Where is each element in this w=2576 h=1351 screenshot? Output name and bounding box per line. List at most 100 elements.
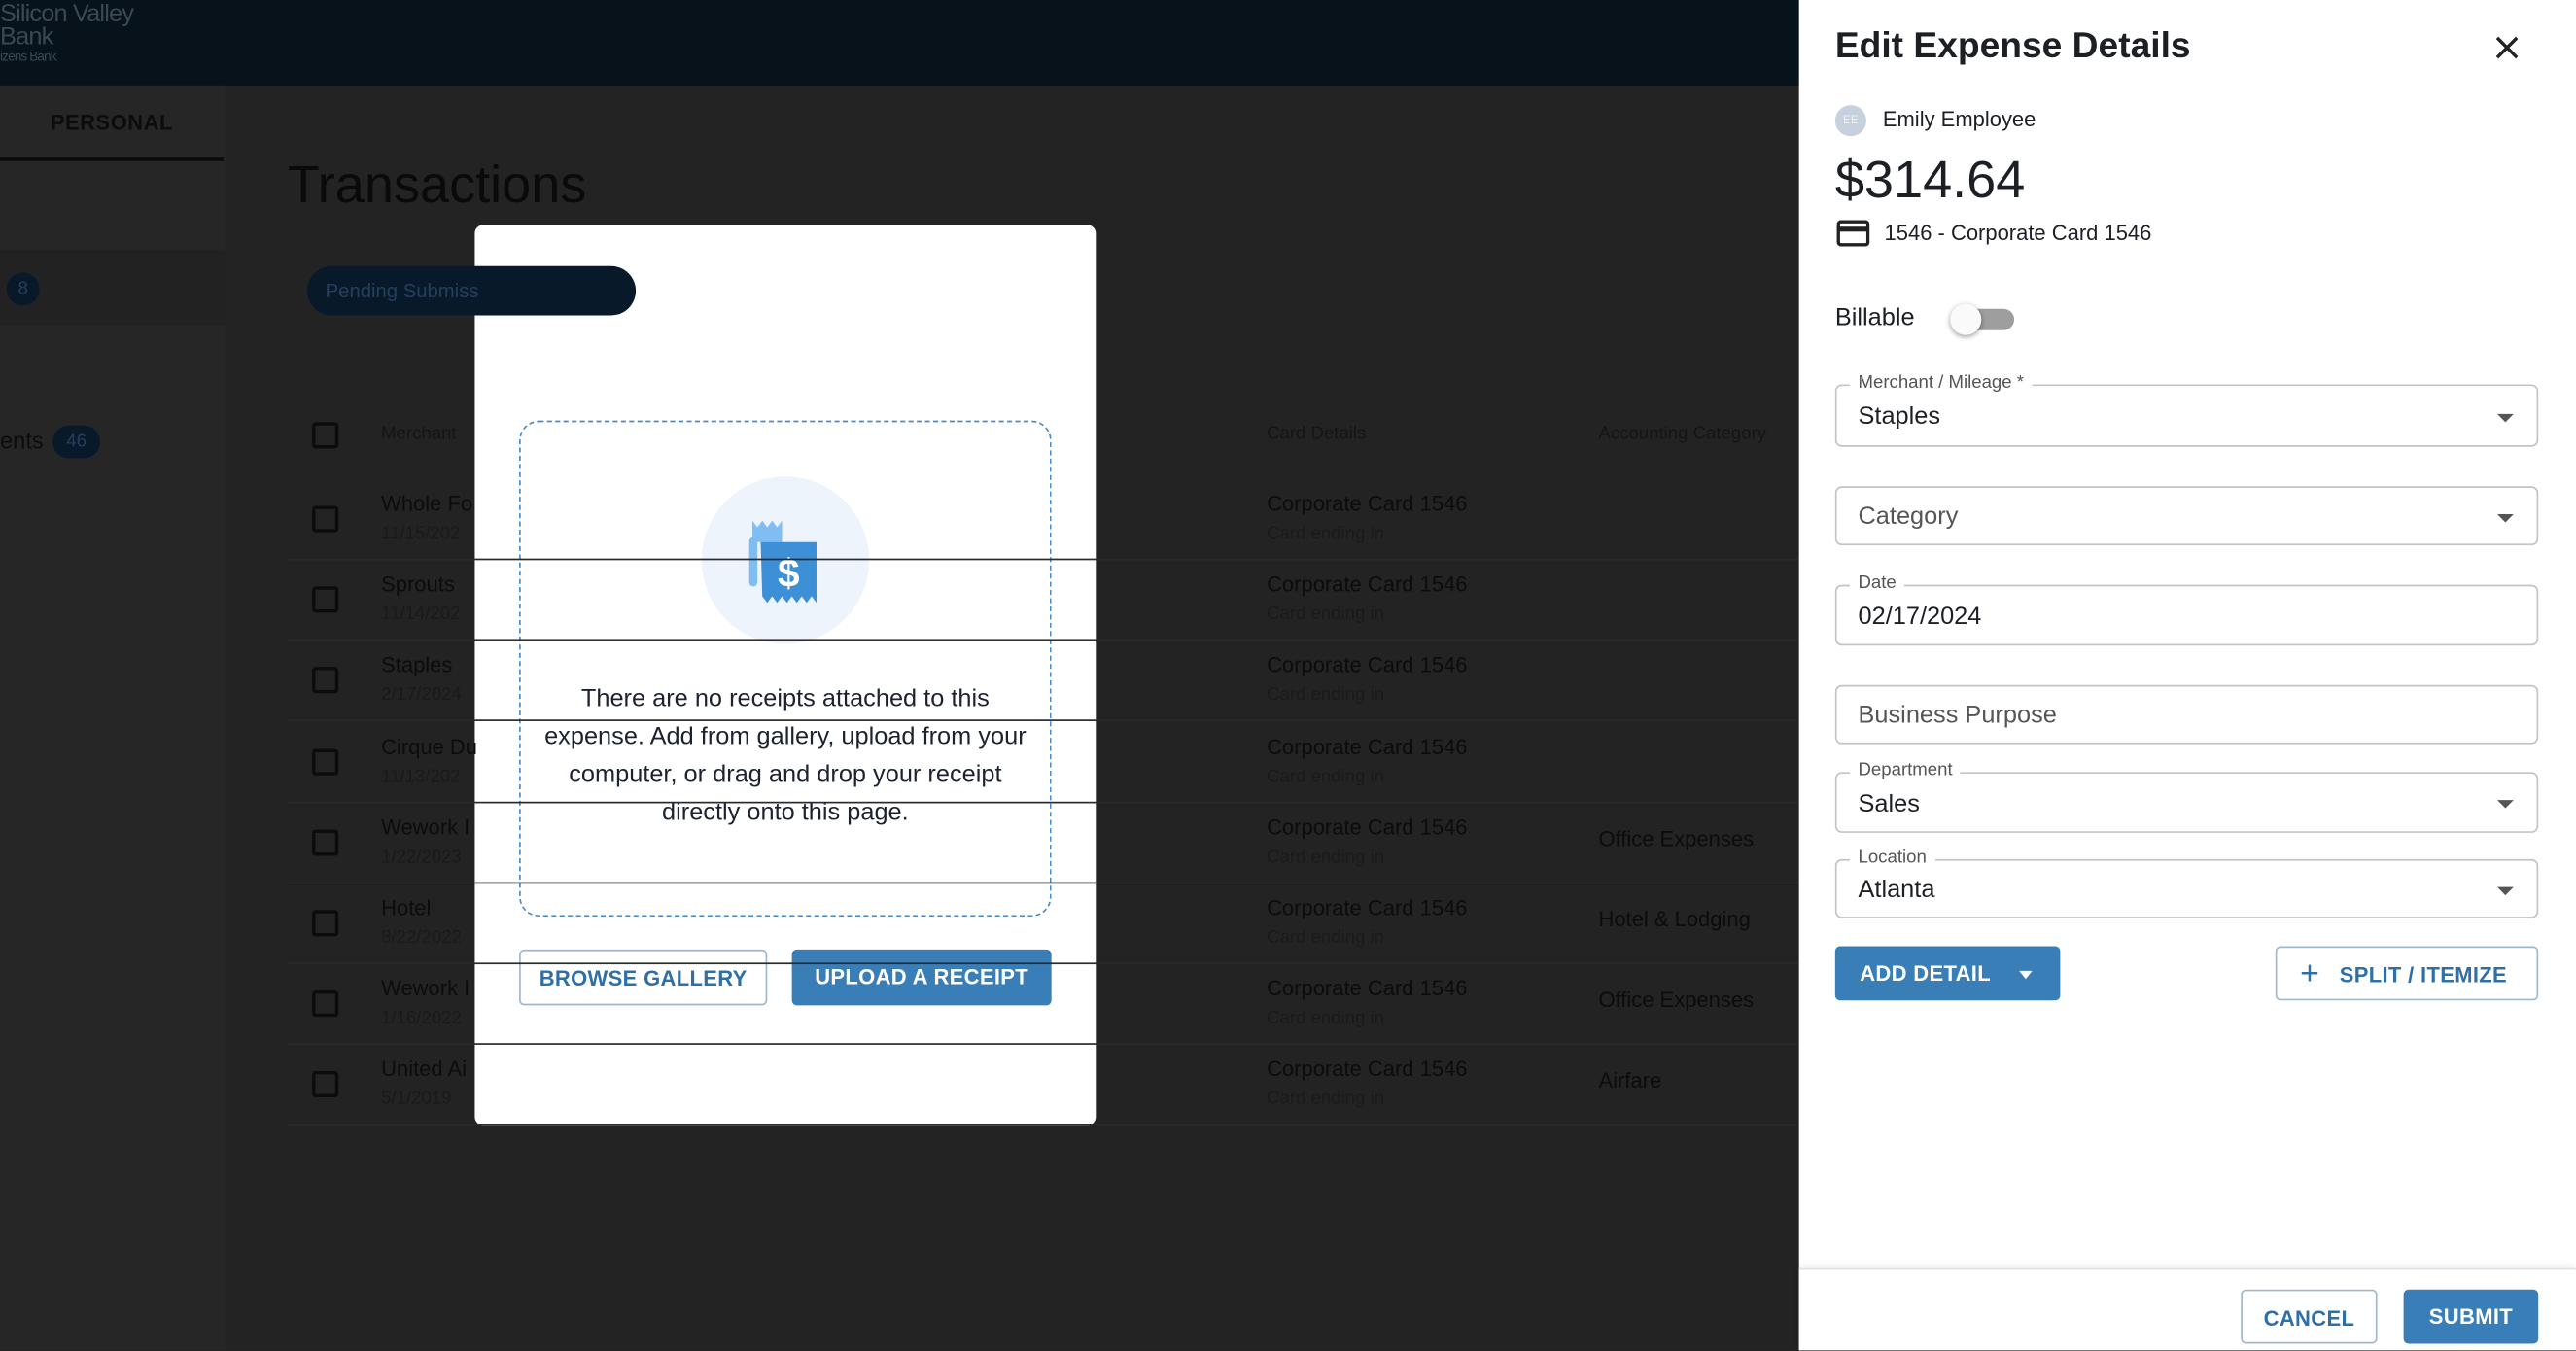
column-header-accounting-category[interactable]: Accounting Category	[1598, 424, 1766, 443]
transaction-date: 11/13/202	[381, 766, 461, 786]
split-itemize-button[interactable]: + SPLIT / ITEMIZE	[2275, 946, 2539, 1001]
card-ending: Card ending in	[1267, 605, 1385, 625]
table-row[interactable]	[287, 480, 1799, 561]
avatar: EE	[1834, 105, 1866, 137]
table-row[interactable]	[287, 641, 1799, 722]
business-purpose-placeholder: Business Purpose	[1858, 701, 2057, 730]
category-select[interactable]: Category	[1834, 486, 2539, 546]
table-row[interactable]	[287, 722, 1799, 803]
transaction-date: 1/22/2023	[381, 847, 462, 868]
table-row[interactable]	[287, 1046, 1799, 1126]
card-name: Corporate Card 1546	[1267, 814, 1468, 840]
location-label: Location	[1850, 848, 1935, 868]
department-label: Department	[1850, 760, 1962, 780]
row-checkbox[interactable]	[312, 829, 339, 856]
card-name: Corporate Card 1546	[1267, 1057, 1468, 1082]
card-ending: Card ending in	[1267, 847, 1385, 868]
transaction-date: 11/15/202	[381, 524, 461, 544]
top-header	[0, 0, 1799, 86]
table-row[interactable]	[287, 561, 1799, 641]
cancel-button[interactable]: CANCEL	[2241, 1289, 2378, 1344]
transaction-date: 11/14/202	[381, 605, 461, 625]
merchant-name: Wework I	[381, 976, 470, 1001]
billable-label: Billable	[1834, 303, 1915, 332]
row-checkbox[interactable]	[312, 910, 339, 937]
row-checkbox[interactable]	[312, 505, 339, 533]
card-name: Corporate Card 1546	[1267, 976, 1468, 1001]
transaction-date: 2/17/2024	[381, 685, 462, 706]
card-name: Corporate Card 1546	[1267, 652, 1468, 677]
nav-badge: 8	[6, 272, 40, 306]
merchant-select[interactable]: Merchant / Mileage * Staples	[1834, 372, 2539, 447]
credit-card-icon	[1836, 220, 1870, 254]
row-checkbox[interactable]	[312, 990, 339, 1018]
merchant-label: Merchant / Mileage *	[1850, 372, 2033, 393]
caret-down-icon	[2019, 970, 2033, 980]
toggle-thumb	[1950, 303, 1982, 335]
split-itemize-label: SPLIT / ITEMIZE	[2339, 962, 2508, 987]
accounting-category: Office Expenses	[1598, 987, 1755, 1013]
accounting-category: Airfare	[1598, 1068, 1662, 1093]
row-checkbox[interactable]	[312, 1071, 339, 1098]
merchant-name: Sprouts	[381, 572, 455, 597]
card-ending: Card ending in	[1267, 927, 1385, 949]
card-name: Corporate Card 1546	[1267, 491, 1468, 516]
date-field[interactable]: Date 02/17/2024	[1834, 572, 2539, 646]
transaction-date: 8/22/2022	[381, 927, 462, 949]
merchant-name: Whole Fo	[381, 491, 473, 516]
employee-name: Emily Employee	[1882, 106, 2036, 132]
bank-logo[interactable]: Silicon Valley Bank izens Bank	[0, 2, 134, 65]
select-all-checkbox[interactable]	[312, 422, 339, 449]
card-ending: Card ending in	[1267, 1090, 1385, 1110]
accounting-category: Office Expenses	[1598, 825, 1755, 851]
column-header-card-details[interactable]: Card Details	[1267, 424, 1366, 443]
plus-icon: +	[2300, 955, 2320, 992]
transaction-date: 5/1/2019	[381, 1090, 452, 1110]
department-select[interactable]: Department Sales	[1834, 760, 2539, 833]
page-title: Transactions	[287, 154, 587, 214]
card-name: Corporate Card 1546	[1267, 895, 1468, 920]
category-placeholder: Category	[1858, 502, 1959, 531]
transaction-date: 1/16/2022	[381, 1009, 462, 1029]
edit-expense-panel: Edit Expense Details EE Emily Employee $…	[1798, 0, 2576, 1351]
row-checkbox[interactable]	[312, 747, 339, 776]
merchant-value: Staples	[1858, 402, 1941, 431]
merchant-name: Cirque Du	[381, 733, 478, 759]
card-ending: Card ending in	[1267, 685, 1385, 706]
merchant-name: Wework I	[381, 814, 470, 840]
chevron-down-icon	[2496, 800, 2514, 809]
tab-personal[interactable]: PERSONAL	[0, 86, 224, 161]
add-detail-label: ADD DETAIL	[1860, 960, 1992, 987]
transactions-page: Silicon Valley Bank izens Bank PERSONAL 8 …	[0, 0, 1799, 1351]
row-checkbox[interactable]	[312, 586, 339, 613]
table-row[interactable]	[287, 883, 1799, 965]
submit-button[interactable]: SUBMIT	[2403, 1289, 2539, 1344]
department-value: Sales	[1858, 789, 1920, 818]
accounting-category: Hotel & Lodging	[1598, 906, 1751, 932]
location-select[interactable]: Location Atlanta	[1834, 848, 2539, 918]
table-row[interactable]	[287, 964, 1799, 1046]
panel-title: Edit Expense Details	[1834, 24, 2191, 66]
card-ending: Card ending in	[1267, 524, 1385, 544]
row-checkbox[interactable]	[312, 667, 339, 694]
card-label: 1546 - Corporate Card 1546	[1884, 220, 2152, 245]
card-ending: Card ending in	[1267, 766, 1385, 786]
date-value: 02/17/2024	[1858, 603, 1982, 631]
column-header-merchant[interactable]: Merchant	[381, 424, 457, 443]
nav-item-label[interactable]: ents	[0, 427, 44, 453]
add-detail-button[interactable]: ADD DETAIL	[1834, 946, 2061, 1001]
card-name: Corporate Card 1546	[1267, 733, 1468, 759]
chevron-down-icon	[2496, 886, 2514, 896]
table-row[interactable]	[287, 803, 1799, 883]
date-label: Date	[1850, 572, 1905, 594]
location-value: Atlanta	[1858, 875, 1935, 904]
merchant-name: United Ai	[381, 1057, 468, 1082]
billable-toggle[interactable]	[1950, 303, 2015, 335]
expense-amount: $314.64	[1834, 149, 2026, 209]
nav-item-badge: 46	[52, 425, 101, 459]
filter-pending-submission[interactable]: Pending Submiss	[307, 265, 637, 316]
merchant-name: Hotel	[381, 895, 432, 920]
chevron-down-icon	[2496, 413, 2514, 423]
close-icon[interactable]	[2489, 29, 2525, 74]
business-purpose-input[interactable]: Business Purpose	[1834, 684, 2539, 745]
